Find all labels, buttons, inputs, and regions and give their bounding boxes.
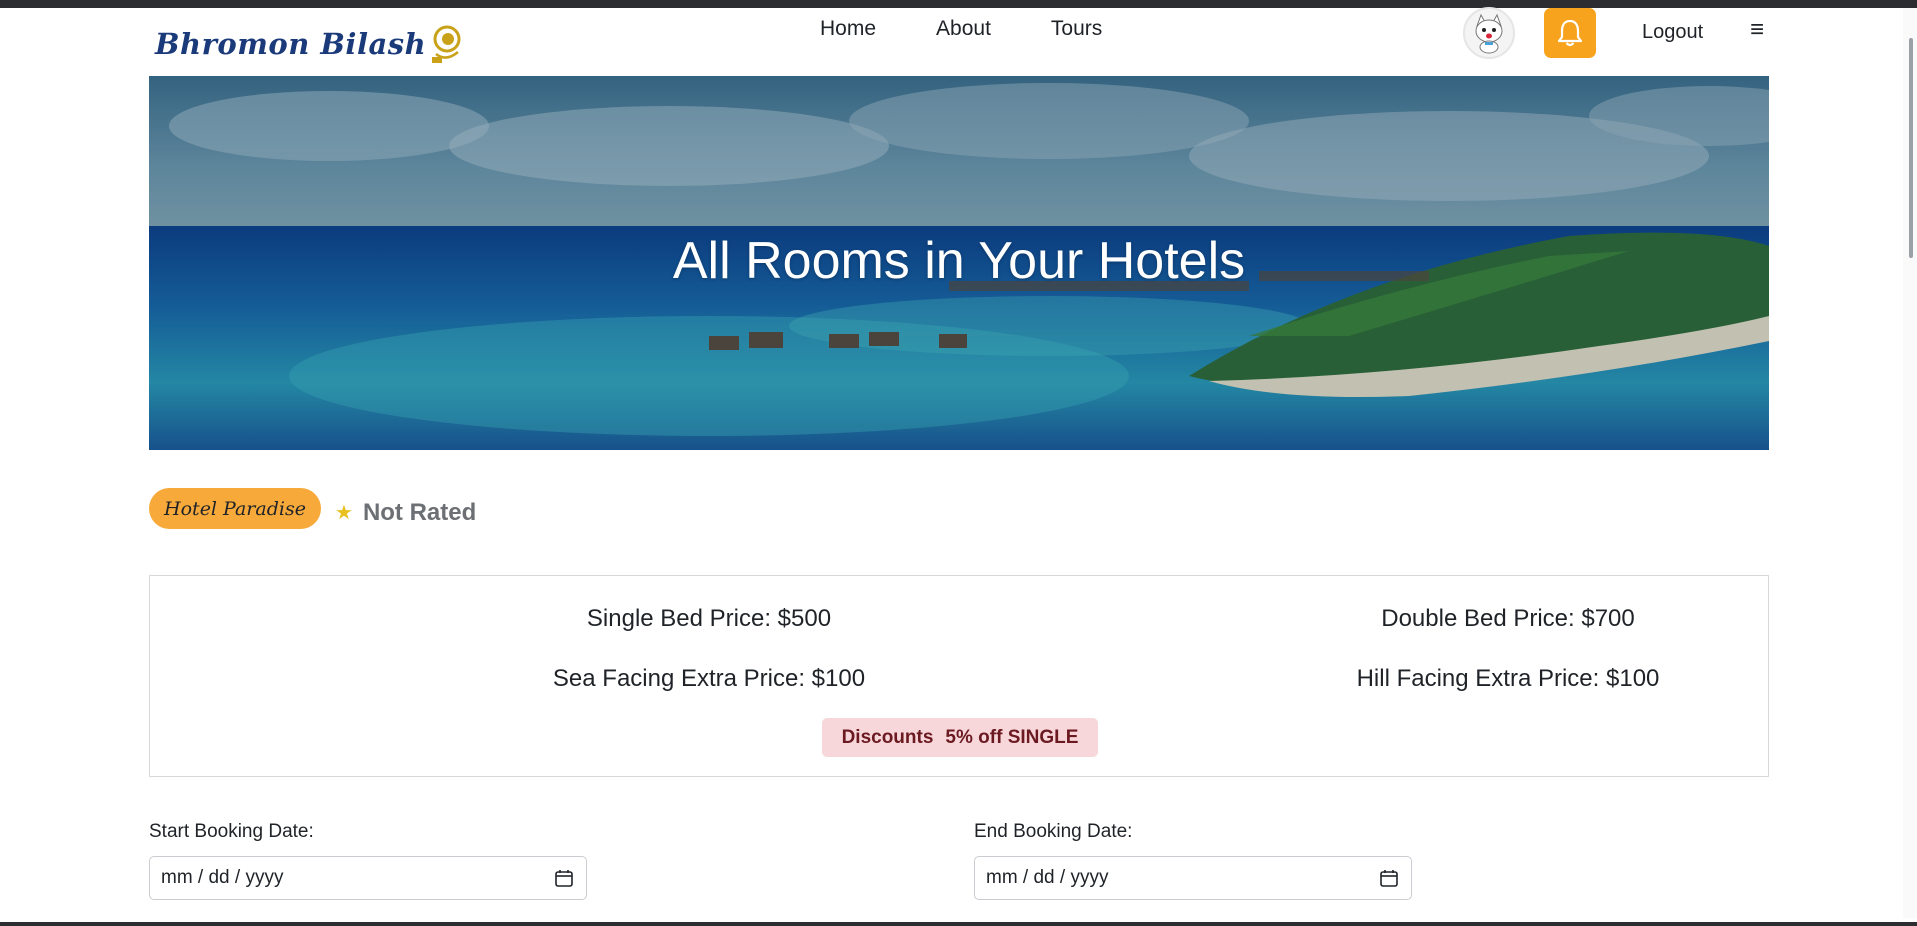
notifications-button[interactable]: [1544, 8, 1596, 58]
cat-avatar-icon: [1475, 13, 1503, 54]
end-booking-date-input[interactable]: mm / dd / yyyy: [974, 856, 1412, 900]
nav-home-link[interactable]: Home: [820, 17, 876, 41]
hamburger-icon[interactable]: ≡: [1750, 18, 1764, 42]
start-booking-date-label: Start Booking Date:: [149, 821, 314, 842]
start-booking-date-input[interactable]: mm / dd / yyyy: [149, 856, 587, 900]
hotel-name-badge: Hotel Paradise: [149, 488, 321, 529]
calendar-icon[interactable]: [1379, 868, 1399, 888]
scrollbar-thumb[interactable]: [1909, 38, 1913, 258]
discount-badge: Discounts 5% off SINGLE: [822, 718, 1098, 757]
double-bed-price: Double Bed Price: $700: [1381, 605, 1635, 632]
rating-text: Not Rated: [362, 499, 477, 526]
globe-logo-icon: [432, 25, 461, 63]
logout-link[interactable]: Logout: [1642, 21, 1703, 44]
hero-banner: All Rooms in Your Hotels: [149, 76, 1769, 450]
single-bed-price: Single Bed Price: $500: [586, 605, 832, 632]
price-info-box: Single Bed Price: $500 Double Bed Price:…: [149, 575, 1769, 777]
page-scrollbar[interactable]: [1903, 8, 1917, 918]
end-booking-date-label: End Booking Date:: [974, 821, 1133, 842]
nav-tours-link[interactable]: Tours: [1051, 17, 1102, 41]
hill-facing-extra-price: Hill Facing Extra Price: $100: [1356, 665, 1660, 692]
end-date-placeholder: mm / dd / yyyy: [986, 867, 1109, 888]
calendar-icon[interactable]: [554, 868, 574, 888]
hotel-rating: ★ Not Rated: [335, 499, 476, 527]
window-top-bar: [0, 0, 1917, 8]
sea-facing-extra-price: Sea Facing Extra Price: $100: [552, 665, 866, 692]
main-nav: Home About Tours: [820, 17, 1102, 41]
user-avatar[interactable]: [1463, 7, 1515, 59]
site-logo[interactable]: Bhromon Bilash: [155, 20, 462, 68]
bell-icon: [1557, 19, 1583, 47]
window-bottom-bar: [0, 922, 1917, 926]
discount-label: Discounts: [841, 726, 934, 748]
logo-text: Bhromon Bilash: [155, 27, 427, 61]
start-date-placeholder: mm / dd / yyyy: [161, 867, 284, 888]
nav-about-link[interactable]: About: [936, 17, 991, 41]
star-icon: ★: [335, 502, 353, 524]
discount-value: 5% off SINGLE: [945, 726, 1079, 748]
hero-title: All Rooms in Your Hotels: [672, 232, 1246, 290]
